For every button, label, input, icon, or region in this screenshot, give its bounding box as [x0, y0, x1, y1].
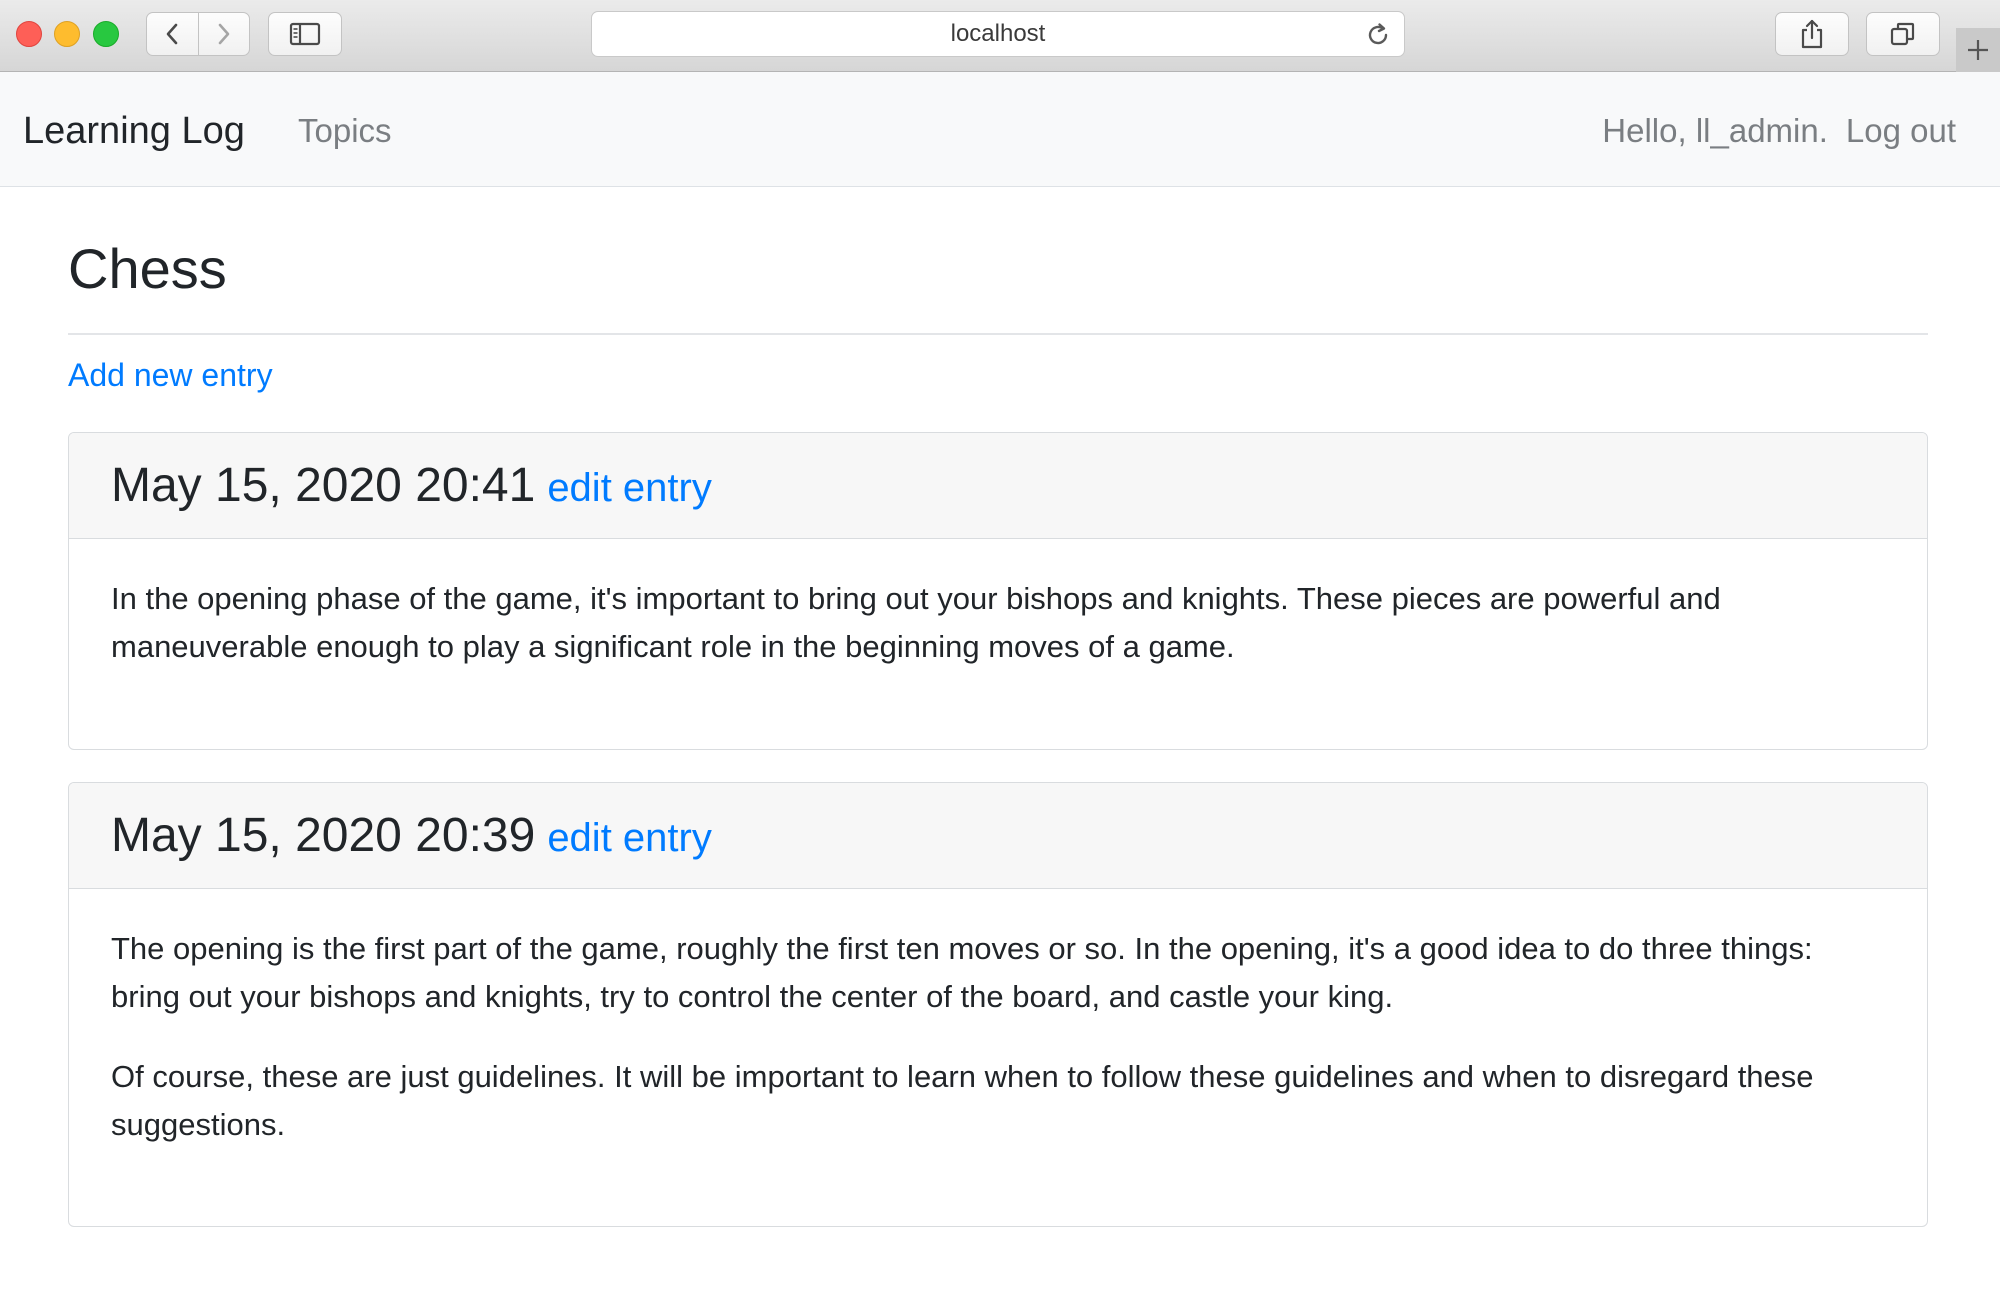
- title-divider: [68, 333, 1928, 335]
- nav-topics-link[interactable]: Topics: [298, 112, 392, 150]
- tabs-icon: [1890, 22, 1915, 46]
- address-bar[interactable]: localhost: [591, 11, 1405, 57]
- user-nav: Hello, ll_admin. Log out: [1602, 112, 1956, 150]
- edit-entry-link[interactable]: edit entry: [547, 816, 712, 861]
- share-button[interactable]: [1775, 12, 1849, 56]
- site-navbar: Learning Log Topics Hello, ll_admin. Log…: [0, 72, 2000, 187]
- entry-date: May 15, 2020 20:41: [111, 459, 536, 512]
- entry-card-header: May 15, 2020 20:39 edit entry: [69, 783, 1927, 889]
- address-text: localhost: [950, 20, 1046, 47]
- entry-card-body: In the opening phase of the game, it's i…: [69, 539, 1927, 671]
- entry-card: May 15, 2020 20:41 edit entry In the ope…: [68, 432, 1928, 750]
- share-icon: [1801, 19, 1823, 49]
- entry-text: The opening is the first part of the gam…: [111, 931, 1813, 1014]
- entry-text: In the opening phase of the game, it's i…: [111, 581, 1721, 664]
- zoom-window-button[interactable]: [93, 21, 119, 47]
- plus-icon: [1968, 40, 1988, 60]
- history-nav-group: [146, 12, 250, 56]
- show-tabs-button[interactable]: [1866, 12, 1940, 56]
- user-greeting: Hello, ll_admin.: [1602, 112, 1828, 149]
- entry-card-body: The opening is the first part of the gam…: [69, 889, 1927, 1149]
- back-arrow-icon: [167, 23, 178, 45]
- close-window-button[interactable]: [16, 21, 42, 47]
- entry-date: May 15, 2020 20:39: [111, 809, 536, 862]
- add-new-entry-link[interactable]: Add new entry: [68, 357, 273, 394]
- browser-toolbar: localhost: [0, 0, 2000, 72]
- logout-link[interactable]: Log out: [1846, 112, 1956, 150]
- back-button[interactable]: [147, 13, 198, 55]
- sidebar-button[interactable]: [268, 12, 342, 56]
- page-title: Chess: [68, 237, 227, 300]
- minimize-window-button[interactable]: [54, 21, 80, 47]
- edit-entry-link[interactable]: edit entry: [547, 466, 712, 511]
- reload-icon[interactable]: [1364, 21, 1392, 49]
- entry-text: Of course, these are just guidelines. It…: [111, 1059, 1814, 1142]
- new-tab-button[interactable]: [1956, 28, 2000, 72]
- brand-link[interactable]: Learning Log: [23, 110, 245, 153]
- sidebar-icon: [289, 22, 321, 46]
- forward-arrow-icon: [218, 23, 230, 45]
- entry-card-header: May 15, 2020 20:41 edit entry: [69, 433, 1927, 539]
- entry-card: May 15, 2020 20:39 edit entry The openin…: [68, 782, 1928, 1227]
- forward-button[interactable]: [197, 13, 249, 55]
